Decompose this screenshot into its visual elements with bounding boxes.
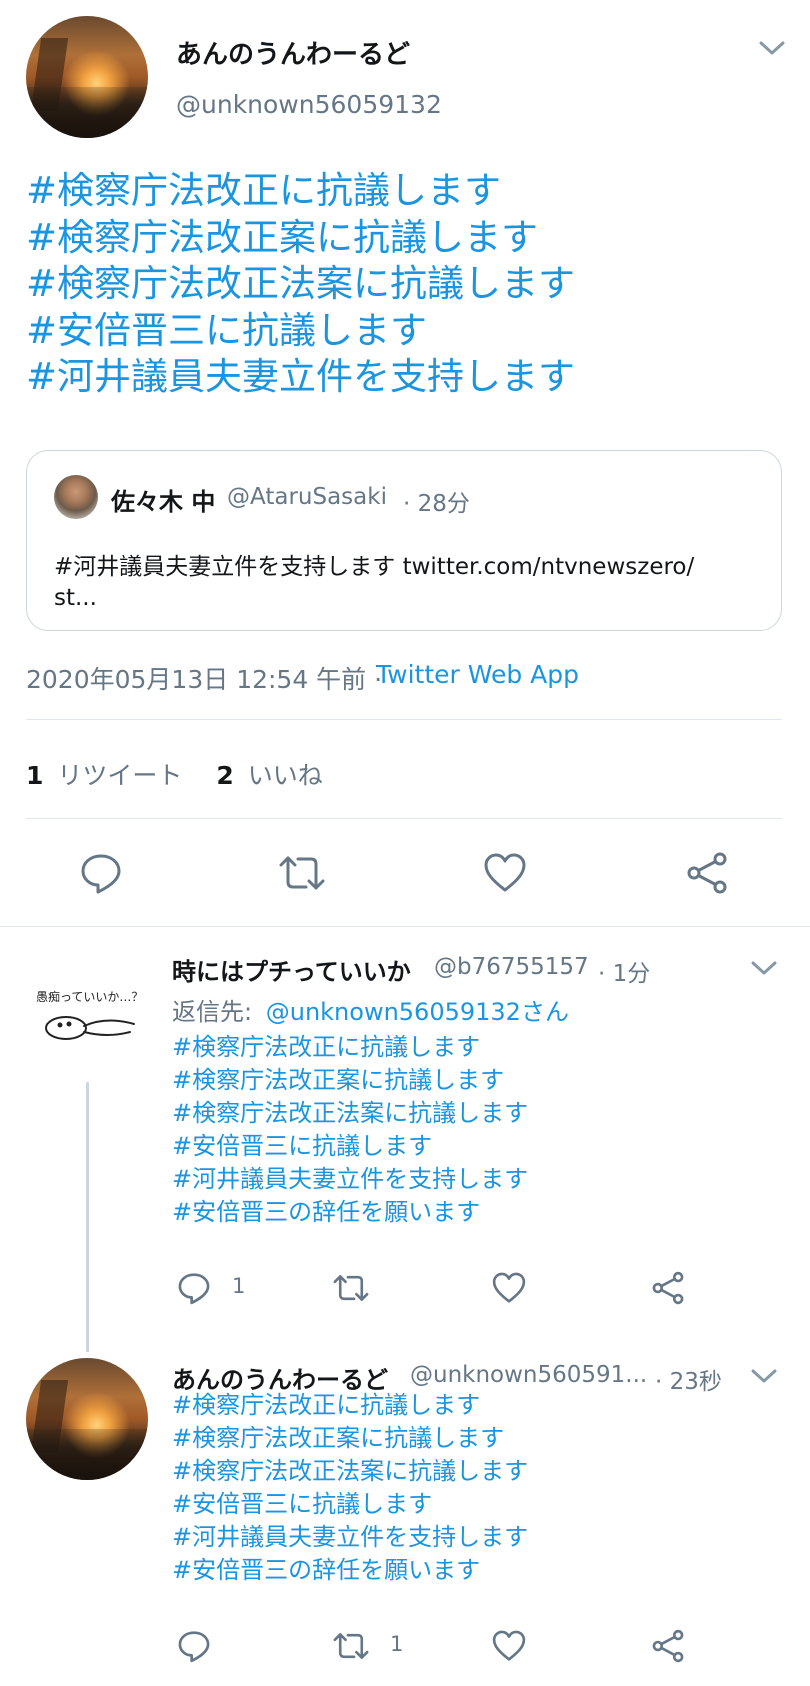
hashtag-link[interactable]: #河井議員夫妻立件を支持します — [172, 1521, 528, 1554]
divider — [26, 719, 782, 720]
retweet-count[interactable]: 1 — [26, 761, 43, 790]
hashtag-link[interactable]: #検察庁法改正に抗議します — [172, 1031, 528, 1064]
like-icon[interactable] — [491, 1628, 527, 1664]
share-icon[interactable] — [650, 1628, 686, 1664]
reply-icon[interactable] — [176, 1270, 212, 1306]
reply-to-handle[interactable]: @unknown56059132さん — [266, 998, 569, 1026]
reply-1-display-name[interactable]: 時にはプチっていいか — [172, 952, 411, 987]
quoted-text-line-1: #河井議員夫妻立件を支持します twitter.com/ntvnewszero/ — [54, 554, 695, 580]
like-icon[interactable] — [482, 850, 528, 896]
like-label[interactable]: いいね — [248, 761, 323, 790]
chevron-down-icon[interactable] — [750, 1366, 778, 1386]
reply-2-text: #検察庁法改正に抗議します #検察庁法改正案に抗議します #検察庁法改正法案に抗… — [172, 1389, 528, 1587]
quoted-tweet-card[interactable]: 佐々木 中 @AtaruSasaki · 28分 #河井議員夫妻立件を支持します… — [26, 450, 782, 631]
hashtag-link[interactable]: #安倍晋三に抗議します — [26, 308, 575, 355]
hashtag-link[interactable]: #検察庁法改正法案に抗議します — [172, 1097, 528, 1130]
main-author-avatar[interactable] — [26, 16, 148, 138]
hashtag-link[interactable]: #安倍晋三に抗議します — [172, 1130, 528, 1163]
quoted-handle: @AtaruSasaki — [227, 484, 387, 510]
reply-to-label: 返信先: — [172, 998, 253, 1026]
reply-1-text: #検察庁法改正に抗議します #検察庁法改正案に抗議します #検察庁法改正法案に抗… — [172, 1031, 528, 1229]
tweet-source-link[interactable]: Twitter Web App — [376, 660, 579, 689]
retweet-icon[interactable] — [276, 850, 328, 896]
quoted-display-name: 佐々木 中 — [111, 488, 216, 516]
main-tweet-text: #検察庁法改正に抗議します #検察庁法改正案に抗議します #検察庁法改正法案に抗… — [26, 168, 575, 401]
hashtag-link[interactable]: #河井議員夫妻立件を支持します — [26, 354, 575, 401]
hashtag-link[interactable]: #検察庁法改正案に抗議します — [172, 1422, 528, 1455]
hashtag-link[interactable]: #検察庁法改正に抗議します — [26, 168, 575, 215]
hashtag-link[interactable]: #検察庁法改正法案に抗議します — [26, 261, 575, 308]
hashtag-link[interactable]: #検察庁法改正案に抗議します — [26, 215, 575, 262]
reply-2-time: · 23秒 — [655, 1369, 722, 1395]
reply-2-handle[interactable]: @unknown560591... — [410, 1362, 647, 1388]
reply-1-time: · 1分 — [598, 961, 651, 987]
retweet-icon[interactable] — [331, 1628, 371, 1664]
reply-2-author-avatar[interactable] — [26, 1358, 148, 1480]
main-display-name[interactable]: あんのうんわーるど — [176, 34, 410, 71]
divider — [26, 818, 782, 819]
like-count[interactable]: 2 — [216, 761, 233, 790]
reply-icon[interactable] — [78, 850, 124, 896]
main-handle[interactable]: @unknown56059132 — [176, 90, 442, 119]
reply-2-retweet-count: 1 — [390, 1632, 404, 1656]
reply-1-reply-to: 返信先: @unknown56059132さん — [172, 992, 569, 1027]
tweet-timestamp[interactable]: 2020年05月13日 12:54 午前 · — [26, 660, 382, 696]
like-icon[interactable] — [491, 1270, 527, 1306]
reply-icon[interactable] — [176, 1628, 212, 1664]
hashtag-link[interactable]: #検察庁法改正法案に抗議します — [172, 1455, 528, 1488]
hashtag-link[interactable]: #安倍晋三の辞任を願います — [172, 1554, 528, 1587]
doodle-drawing — [45, 1016, 135, 1040]
chevron-down-icon[interactable] — [750, 958, 778, 978]
retweet-label[interactable]: リツイート — [57, 761, 182, 790]
quoted-author-avatar — [54, 475, 98, 519]
reply-1-handle[interactable]: @b76755157 — [434, 954, 589, 980]
share-icon[interactable] — [650, 1270, 686, 1306]
reply-1-reply-count: 1 — [232, 1274, 246, 1298]
retweet-icon[interactable] — [331, 1270, 371, 1306]
section-divider — [0, 926, 810, 927]
reply-1-avatar-caption: 愚痴っていいか…？ — [36, 990, 144, 1004]
share-icon[interactable] — [684, 850, 730, 896]
tweet-stats: 1 リツイート 2 いいね — [26, 756, 323, 792]
chevron-down-icon[interactable] — [758, 38, 786, 58]
hashtag-link[interactable]: #河井議員夫妻立件を支持します — [172, 1163, 528, 1196]
reply-1-author-avatar[interactable]: 愚痴っていいか…？ — [26, 950, 148, 1072]
hashtag-link[interactable]: #検察庁法改正案に抗議します — [172, 1064, 528, 1097]
hashtag-link[interactable]: #安倍晋三の辞任を願います — [172, 1196, 528, 1229]
hashtag-link[interactable]: #検察庁法改正に抗議します — [172, 1389, 528, 1422]
thread-line — [86, 1082, 89, 1352]
quoted-time: · 28分 — [403, 491, 470, 517]
quoted-text-line-2: st... — [54, 585, 97, 611]
hashtag-link[interactable]: #安倍晋三に抗議します — [172, 1488, 528, 1521]
